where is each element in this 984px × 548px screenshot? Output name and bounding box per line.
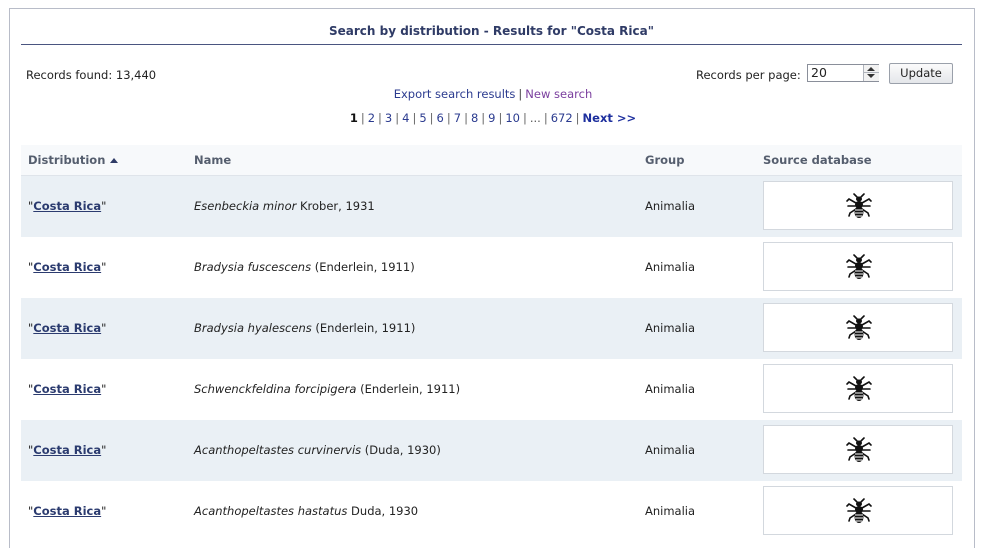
name-cell: Schwenckfeldina forcipigera (Enderlein, … [194, 382, 460, 396]
author-citation: (Enderlein, 1911) [356, 382, 461, 396]
table-row: "Costa Rica" Bradysia fuscescens (Enderle… [21, 237, 962, 298]
column-header-label[interactable]: Distribution [28, 153, 105, 167]
source-database-logo[interactable] [763, 364, 953, 413]
column-header-name: Name [194, 153, 232, 167]
page-ellipsis: ... [529, 111, 541, 125]
table-row: "Costa Rica" Schwenckfeldina forcipigera … [21, 359, 962, 420]
new-search-link[interactable]: New search [525, 87, 592, 101]
scientific-name: Bradysia hyalescens [194, 321, 312, 335]
distribution-link[interactable]: Costa Rica [33, 321, 101, 335]
group-cell: Animalia [645, 504, 696, 518]
page-link[interactable]: 3 [385, 111, 392, 125]
source-database-logo[interactable] [763, 425, 953, 474]
records-per-page-label: Records per page: [696, 68, 801, 82]
name-cell: Esenbeckia minor Krober, 1931 [194, 199, 375, 213]
insect-icon [846, 437, 872, 462]
name-cell: Bradysia fuscescens (Enderlein, 1911) [194, 260, 415, 274]
distribution-cell: "Costa Rica" [28, 504, 107, 518]
spinner-down-icon[interactable] [867, 74, 875, 78]
results-table: Distribution Name Group Source database … [21, 145, 962, 542]
records-found: Records found: 13,440 [26, 68, 157, 82]
distribution-link[interactable]: Costa Rica [33, 504, 101, 518]
name-cell: Acanthopeltastes curvinervis (Duda, 1930… [194, 443, 441, 457]
pagination: 1 | 2 | 3 | 4 | 5 | 6 | 7 | 8 | 9 | 10 |... | 672 | Next >> [349, 111, 637, 125]
source-database-logo[interactable] [763, 486, 953, 535]
spinner-divider [864, 72, 879, 73]
update-button[interactable]: Update [889, 63, 953, 84]
page-link-last[interactable]: 672 [551, 111, 573, 125]
link-separator: | [518, 87, 523, 101]
table-row: "Costa Rica" Acanthopeltastes hastatus Du… [21, 481, 962, 542]
distribution-cell: "Costa Rica" [28, 321, 107, 335]
search-actions: Export search results | New search [10, 87, 976, 101]
source-database-logo[interactable] [763, 181, 953, 230]
distribution-link[interactable]: Costa Rica [33, 199, 101, 213]
group-cell: Animalia [645, 321, 696, 335]
source-database-logo[interactable] [763, 303, 953, 352]
column-header-group: Group [645, 153, 685, 167]
distribution-link[interactable]: Costa Rica [33, 443, 101, 457]
insect-icon [846, 376, 872, 401]
insect-icon [846, 498, 872, 523]
name-cell: Acanthopeltastes hastatus Duda, 1930 [194, 504, 418, 518]
insect-icon [846, 193, 872, 218]
page-link[interactable]: 10 [505, 111, 520, 125]
table-row: "Costa Rica" Esenbeckia minor Krober, 193… [21, 176, 962, 237]
author-citation: (Enderlein, 1911) [311, 321, 416, 335]
distribution-cell: "Costa Rica" [28, 382, 107, 396]
table-row: "Costa Rica" Acanthopeltastes curvinervis… [21, 420, 962, 481]
export-search-results-link[interactable]: Export search results [394, 87, 516, 101]
sort-ascending-icon[interactable] [110, 158, 119, 163]
distribution-cell: "Costa Rica" [28, 443, 107, 457]
distribution-link[interactable]: Costa Rica [33, 260, 101, 274]
page-link[interactable]: 2 [368, 111, 375, 125]
page-link[interactable]: 5 [419, 111, 426, 125]
table-row: "Costa Rica" Bradysia hyalescens (Enderle… [21, 298, 962, 359]
insect-icon [846, 315, 872, 340]
column-header-source-database: Source database [763, 153, 872, 167]
spinner-up-icon[interactable] [867, 67, 875, 71]
source-database-logo[interactable] [763, 242, 953, 291]
page-link[interactable]: 4 [402, 111, 409, 125]
group-cell: Animalia [645, 382, 696, 396]
page-title: Search by distribution - Results for "Co… [21, 24, 962, 45]
records-per-page-spinner[interactable] [863, 65, 879, 81]
results-panel: Search by distribution - Results for "Co… [9, 8, 975, 548]
distribution-link[interactable]: Costa Rica [33, 382, 101, 396]
scientific-name: Acanthopeltastes curvinervis [194, 443, 362, 457]
name-cell: Bradysia hyalescens (Enderlein, 1911) [194, 321, 415, 335]
author-citation: (Enderlein, 1911) [311, 260, 415, 274]
page-current: 1 [349, 111, 358, 125]
scientific-name: Esenbeckia minor [194, 199, 297, 213]
page-link[interactable]: 8 [471, 111, 478, 125]
next-page-link[interactable]: Next >> [583, 111, 637, 125]
distribution-cell: "Costa Rica" [28, 260, 107, 274]
group-cell: Animalia [645, 443, 696, 457]
column-header-distribution[interactable]: Distribution [28, 153, 119, 167]
page-link[interactable]: 9 [488, 111, 495, 125]
distribution-cell: "Costa Rica" [28, 199, 107, 213]
group-cell: Animalia [645, 199, 696, 213]
page-link[interactable]: 6 [437, 111, 444, 125]
table-header: Distribution Name Group Source database [21, 145, 962, 176]
author-citation: Krober, 1931 [296, 199, 375, 213]
scientific-name: Acanthopeltastes hastatus [194, 504, 348, 518]
insect-icon [846, 254, 872, 279]
page-link[interactable]: 7 [454, 111, 461, 125]
author-citation: Duda, 1930 [347, 504, 419, 518]
author-citation: (Duda, 1930) [361, 443, 441, 457]
group-cell: Animalia [645, 260, 696, 274]
scientific-name: Bradysia fuscescens [194, 260, 312, 274]
table-body: "Costa Rica" Esenbeckia minor Krober, 193… [21, 176, 962, 542]
scientific-name: Schwenckfeldina forcipigera [194, 382, 357, 396]
